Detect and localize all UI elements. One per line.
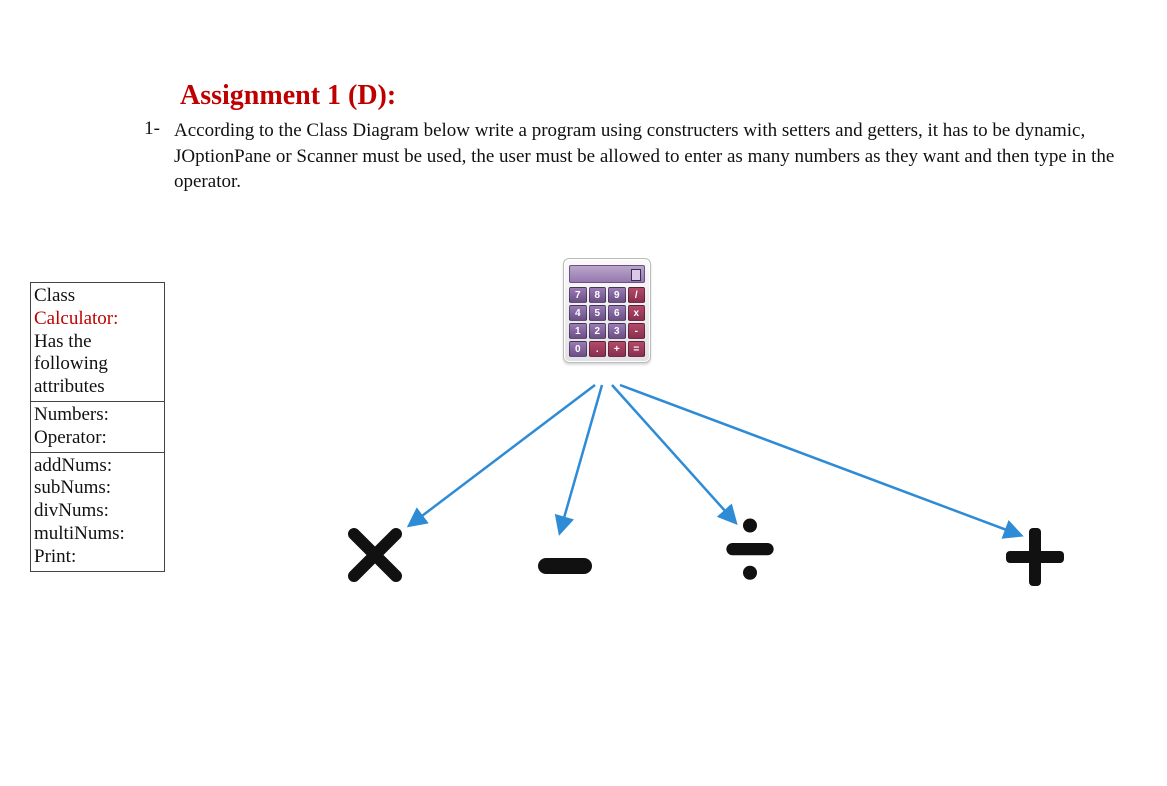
class-attr: Operator:	[34, 427, 161, 450]
class-method: divNums:	[34, 500, 161, 523]
class-section-header: Class Calculator: Has the following attr…	[31, 282, 164, 401]
calc-key: .	[589, 341, 607, 357]
calc-key: 2	[589, 323, 607, 339]
calc-key: -	[628, 323, 646, 339]
calc-key: x	[628, 305, 646, 321]
calc-key: /	[628, 287, 646, 303]
divide-icon	[715, 515, 785, 585]
assignment-title: Assignment 1 (D):	[180, 80, 396, 112]
list-number: 1-	[122, 118, 170, 140]
multiply-icon	[340, 520, 410, 590]
calc-key: 1	[569, 323, 587, 339]
calc-key: 6	[608, 305, 626, 321]
arrows-svg	[300, 250, 1120, 650]
class-name: Calculator:	[34, 308, 161, 331]
class-line: Class	[34, 285, 161, 308]
class-attr: Numbers:	[34, 404, 161, 427]
list-item-1: 1- According to the Class Diagram below …	[122, 118, 1132, 195]
class-method: addNums:	[34, 455, 161, 478]
calc-key: +	[608, 341, 626, 357]
class-line: attributes	[34, 376, 161, 399]
diagram-area: 7 8 9 / 4 5 6 x 1 2 3 - 0 . + =	[300, 250, 1120, 650]
calc-key: 8	[589, 287, 607, 303]
calc-key: 7	[569, 287, 587, 303]
class-section-methods: addNums: subNums: divNums: multiNums: Pr…	[31, 452, 164, 572]
calc-key: =	[628, 341, 646, 357]
calculator-keys: 7 8 9 / 4 5 6 x 1 2 3 - 0 . + =	[569, 287, 645, 357]
class-section-attributes: Numbers: Operator:	[31, 401, 164, 452]
calc-key: 0	[569, 341, 587, 357]
calc-key: 5	[589, 305, 607, 321]
class-method: Print:	[34, 546, 161, 569]
class-method: subNums:	[34, 477, 161, 500]
calculator-icon: 7 8 9 / 4 5 6 x 1 2 3 - 0 . + =	[563, 258, 651, 363]
class-line: following	[34, 353, 161, 376]
class-diagram-box: Class Calculator: Has the following attr…	[30, 282, 165, 572]
calc-key: 9	[608, 287, 626, 303]
list-body: According to the Class Diagram below wri…	[174, 118, 1124, 195]
calc-key: 3	[608, 323, 626, 339]
add-icon	[1000, 522, 1070, 592]
class-line: Has the	[34, 331, 161, 354]
calc-key: 4	[569, 305, 587, 321]
class-method: multiNums:	[34, 523, 161, 546]
subtract-icon	[530, 530, 600, 600]
calculator-screen	[569, 265, 645, 283]
